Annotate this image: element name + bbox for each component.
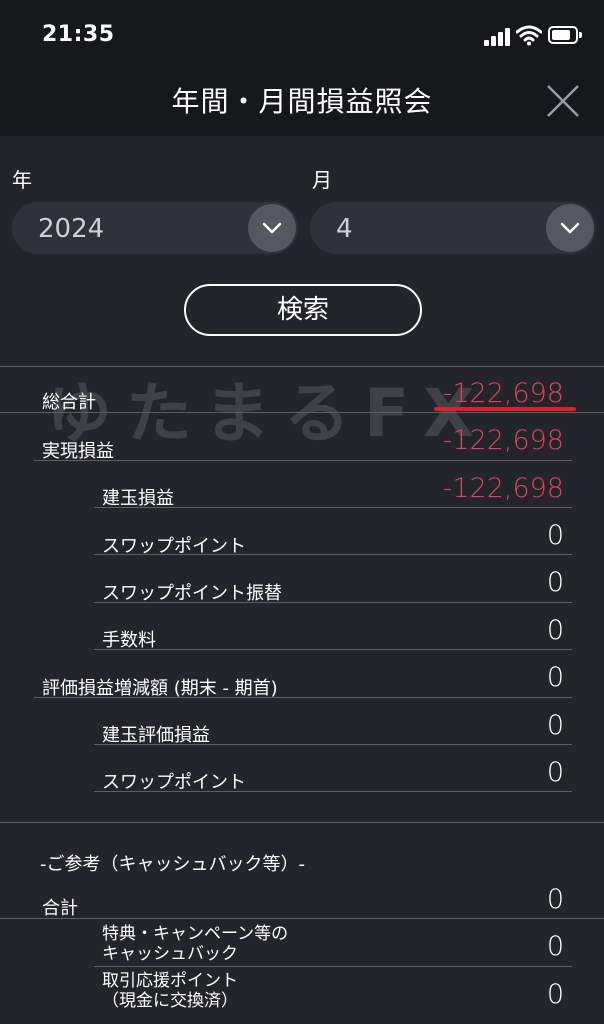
position-valuation-value: 0 [546,710,564,741]
cashback-value: 0 [546,931,564,962]
row-divider [34,697,572,698]
year-select-value: 2024 [38,214,105,244]
header-bar: 21:35 年間・月間損益照会 [0,0,604,136]
reference-total-value: 0 [546,884,564,915]
row-divider [94,966,572,967]
month-select-value: 4 [336,214,353,244]
swap-point-value: 0 [546,520,564,551]
cashback-label-line1: 特典・キャンペーン等の [102,924,289,944]
search-button[interactable]: 検索 [184,284,422,336]
battery-icon [548,26,582,44]
row-divider [94,507,572,508]
year-label: 年 [12,168,32,192]
row-divider [34,460,572,461]
total-label: 総合計 [42,392,96,413]
valuation-change-value: 0 [546,662,564,693]
row-divider [94,649,572,650]
year-select[interactable]: 2024 [12,202,298,254]
support-points-label-line1: 取引応援ポイント [102,971,238,991]
status-icons [484,24,582,48]
row-divider [0,918,604,919]
wifi-icon [516,25,542,46]
page-title: 年間・月間損益照会 [171,85,433,118]
row-divider [94,791,572,792]
month-select[interactable]: 4 [310,202,596,254]
row-divider [94,602,572,603]
status-time: 21:35 [42,22,115,47]
support-points-value: 0 [546,979,564,1010]
close-icon[interactable] [546,84,580,118]
realized-value: -122,698 [442,425,564,456]
divider [0,366,604,367]
valuation-swap-value: 0 [546,757,564,788]
reference-heading: -ご参考（キャッシュバック等）- [40,854,305,875]
row-divider [94,554,572,555]
reference-total-label: 合計 [42,898,78,919]
cashback-label-line2: キャッシュバック [102,944,238,964]
row-divider [94,744,572,745]
chevron-down-icon[interactable] [546,204,594,252]
month-label: 月 [312,168,332,192]
highlight-underline [434,407,576,411]
support-points-label-line2: （現金に交換済） [102,991,238,1011]
total-value: -122,698 [442,378,564,409]
fee-value: 0 [546,615,564,646]
row-divider [0,412,604,413]
support-points-label: 取引応援ポイント （現金に交換済） [102,971,238,1011]
section-divider [0,822,604,823]
swap-transfer-value: 0 [546,567,564,598]
position-pl-value: -122,698 [442,473,564,504]
cashback-label: 特典・キャンペーン等の キャッシュバック [102,924,288,964]
chevron-down-icon[interactable] [248,204,296,252]
